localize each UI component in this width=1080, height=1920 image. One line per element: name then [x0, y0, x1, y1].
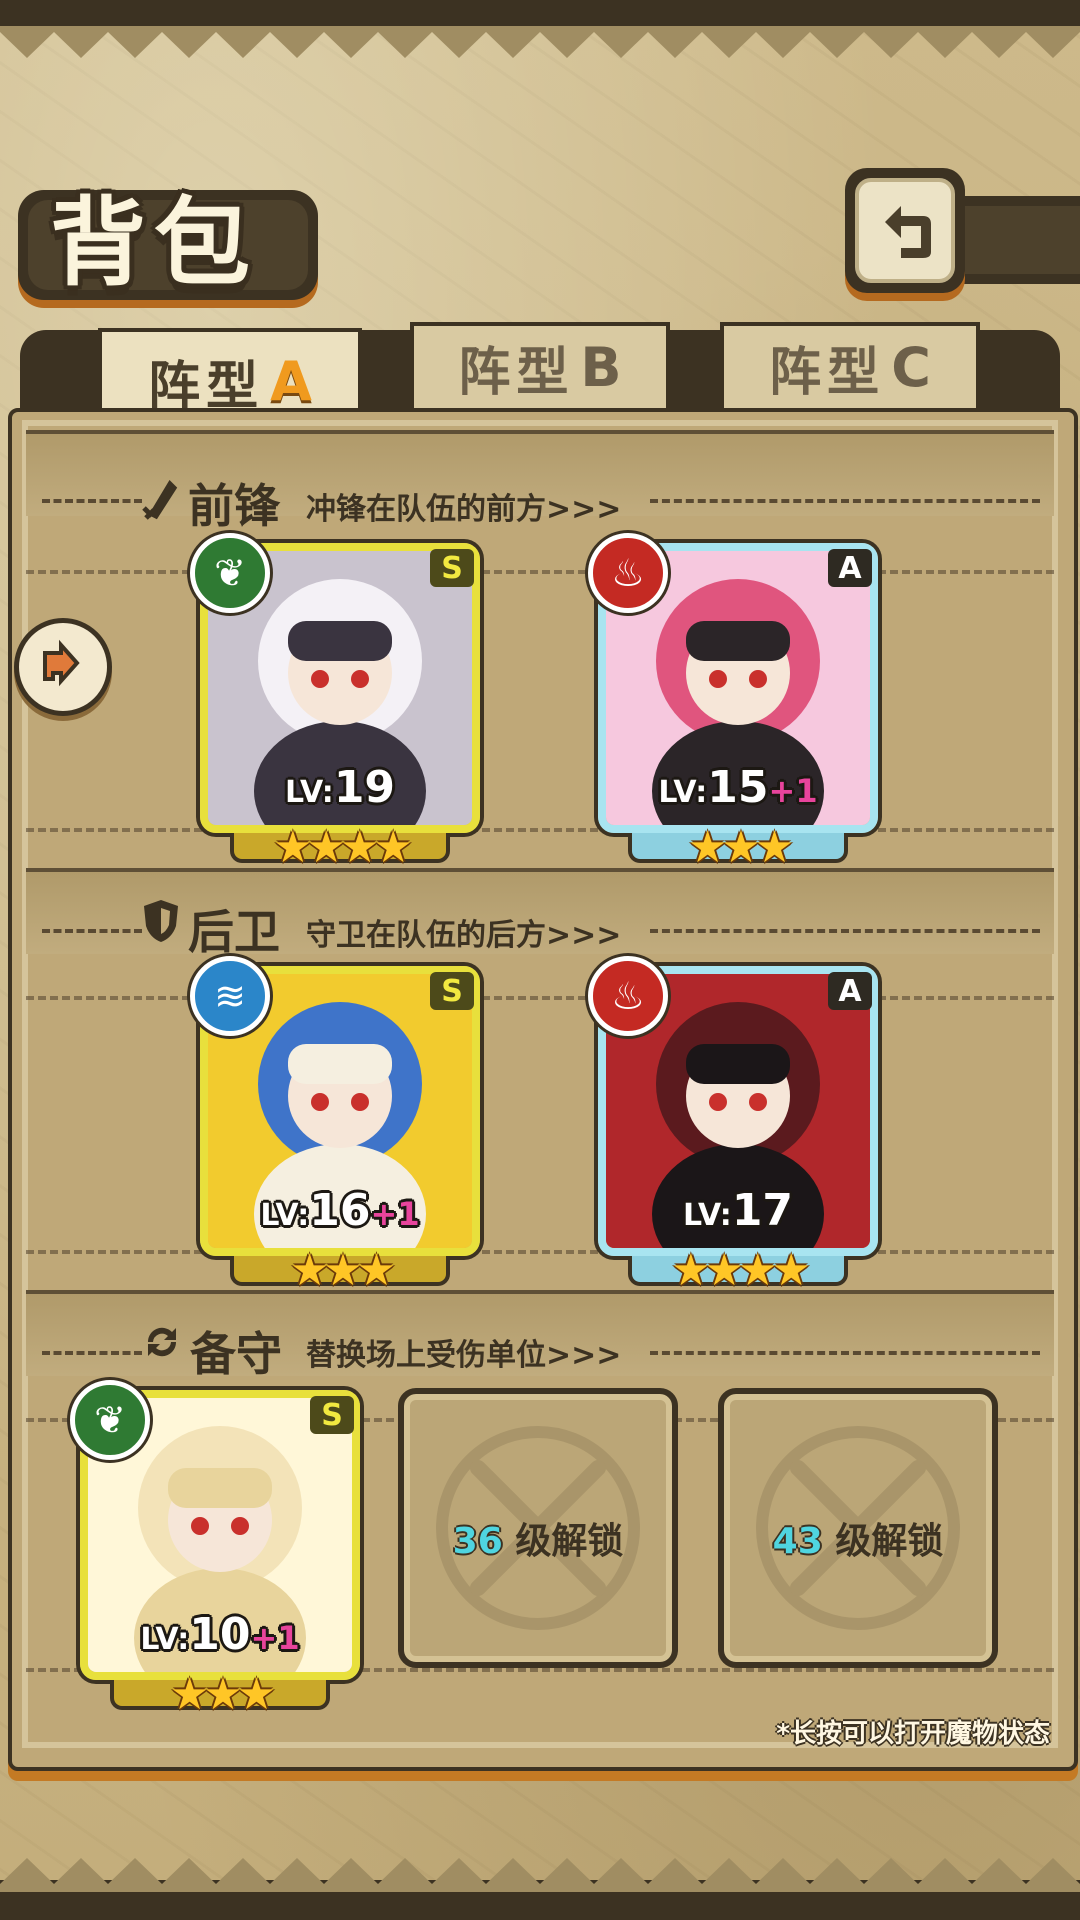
row-divider: [26, 570, 1054, 574]
section-reserve-desc: 替换场上受伤单位>>>: [306, 1338, 622, 1373]
element-leaf-icon: ❦: [190, 533, 270, 613]
divider: [42, 929, 142, 933]
tab-formation-b[interactable]: 阵型 B: [410, 322, 670, 412]
arrow-right-icon: [43, 639, 80, 687]
level-prefix: LV:: [140, 1622, 190, 1657]
level-bonus: +1: [768, 772, 818, 810]
unlock-level: 36: [452, 1521, 503, 1562]
monster-card-reserve-1[interactable]: S ❦ LV:10+1 ★★★: [70, 1380, 360, 1720]
unlock-level: 43: [772, 1521, 823, 1562]
tab-letter: C: [891, 335, 931, 399]
back-arrow-icon: [885, 206, 931, 258]
section-reserve-title: 备守: [190, 1327, 282, 1381]
top-zigzag-border: [0, 0, 1080, 58]
sword-icon: [142, 479, 178, 520]
tab-formation-c[interactable]: 阵型 C: [720, 322, 980, 412]
level-prefix: LV:: [658, 775, 708, 810]
divider: [650, 1351, 1040, 1355]
level-value: 10: [189, 1609, 251, 1660]
level-prefix: LV:: [682, 1198, 732, 1233]
locked-slot-2: 43 级解锁: [718, 1388, 998, 1668]
level-prefix: LV:: [260, 1198, 310, 1233]
level-bonus: +1: [250, 1619, 300, 1657]
rank-badge: A: [828, 972, 872, 1010]
level-value: 16: [309, 1185, 371, 1236]
level-prefix: LV:: [284, 775, 334, 810]
monster-card-front-2[interactable]: A ♨ LV:15+1 ★★★: [588, 533, 878, 873]
row-divider: [26, 1250, 1054, 1254]
level-bonus: +1: [370, 1195, 420, 1233]
level-label: LV:15+1: [598, 762, 878, 813]
locked-slot-1: 36 级解锁: [398, 1388, 678, 1668]
divider: [650, 499, 1040, 503]
tab-label: 阵型: [769, 342, 886, 403]
section-front-title: 前锋: [188, 479, 280, 533]
rank-badge: S: [430, 972, 474, 1010]
monster-card-rear-1[interactable]: S ≋ LV:16+1 ★★★: [190, 956, 480, 1296]
star-rating: ★★★: [687, 822, 794, 873]
bottom-zigzag-border: [0, 1858, 1080, 1920]
level-value: 19: [333, 762, 396, 813]
tab-letter: A: [270, 349, 312, 413]
level-value: 17: [731, 1185, 794, 1236]
section-rear-title: 后卫: [188, 905, 280, 959]
element-fire-icon: ♨: [588, 533, 668, 613]
level-label: LV:10+1: [80, 1609, 360, 1660]
level-label: LV:16+1: [200, 1185, 480, 1236]
divider: [650, 929, 1040, 933]
long-press-hint: *长按可以打开魔物状态: [776, 1719, 1050, 1749]
unlock-label: 级解锁: [515, 1521, 624, 1562]
level-value: 15: [707, 762, 769, 813]
divider: [42, 499, 142, 503]
shield-icon: [144, 900, 178, 942]
tab-label: 阵型: [458, 342, 575, 403]
back-button[interactable]: [845, 168, 965, 293]
element-fire-icon: ♨: [588, 956, 668, 1036]
unlock-label: 级解锁: [835, 1521, 944, 1562]
section-front-desc: 冲锋在队伍的前方>>>: [306, 492, 622, 527]
tab-letter: B: [580, 335, 622, 399]
side-expand-button[interactable]: [14, 618, 112, 716]
star-rating: ★★★★: [273, 822, 413, 873]
star-rating: ★★★★: [671, 1245, 811, 1296]
level-label: LV:19: [200, 762, 480, 813]
element-water-icon: ≋: [190, 956, 270, 1036]
rank-badge: S: [310, 1396, 354, 1434]
back-strip-inner: [965, 206, 1080, 274]
unlock-requirement: 43 级解锁: [724, 1512, 992, 1564]
level-label: LV:17: [598, 1185, 878, 1236]
star-rating: ★★★: [289, 1245, 396, 1296]
section-rear-desc: 守卫在队伍的后方>>>: [306, 918, 622, 953]
rank-badge: S: [430, 549, 474, 587]
row-divider: [26, 996, 1054, 1000]
unlock-requirement: 36 级解锁: [404, 1512, 672, 1564]
element-leaf-icon: ❦: [70, 1380, 150, 1460]
divider: [42, 1351, 142, 1355]
monster-card-rear-2[interactable]: A ♨ LV:17 ★★★★: [588, 956, 878, 1296]
page-title: 背包: [50, 187, 258, 299]
swap-icon: [147, 1327, 177, 1357]
monster-card-front-1[interactable]: S ❦ LV:19 ★★★★: [190, 533, 480, 873]
rank-badge: A: [828, 549, 872, 587]
row-divider: [26, 828, 1054, 832]
star-rating: ★★★: [169, 1669, 276, 1720]
